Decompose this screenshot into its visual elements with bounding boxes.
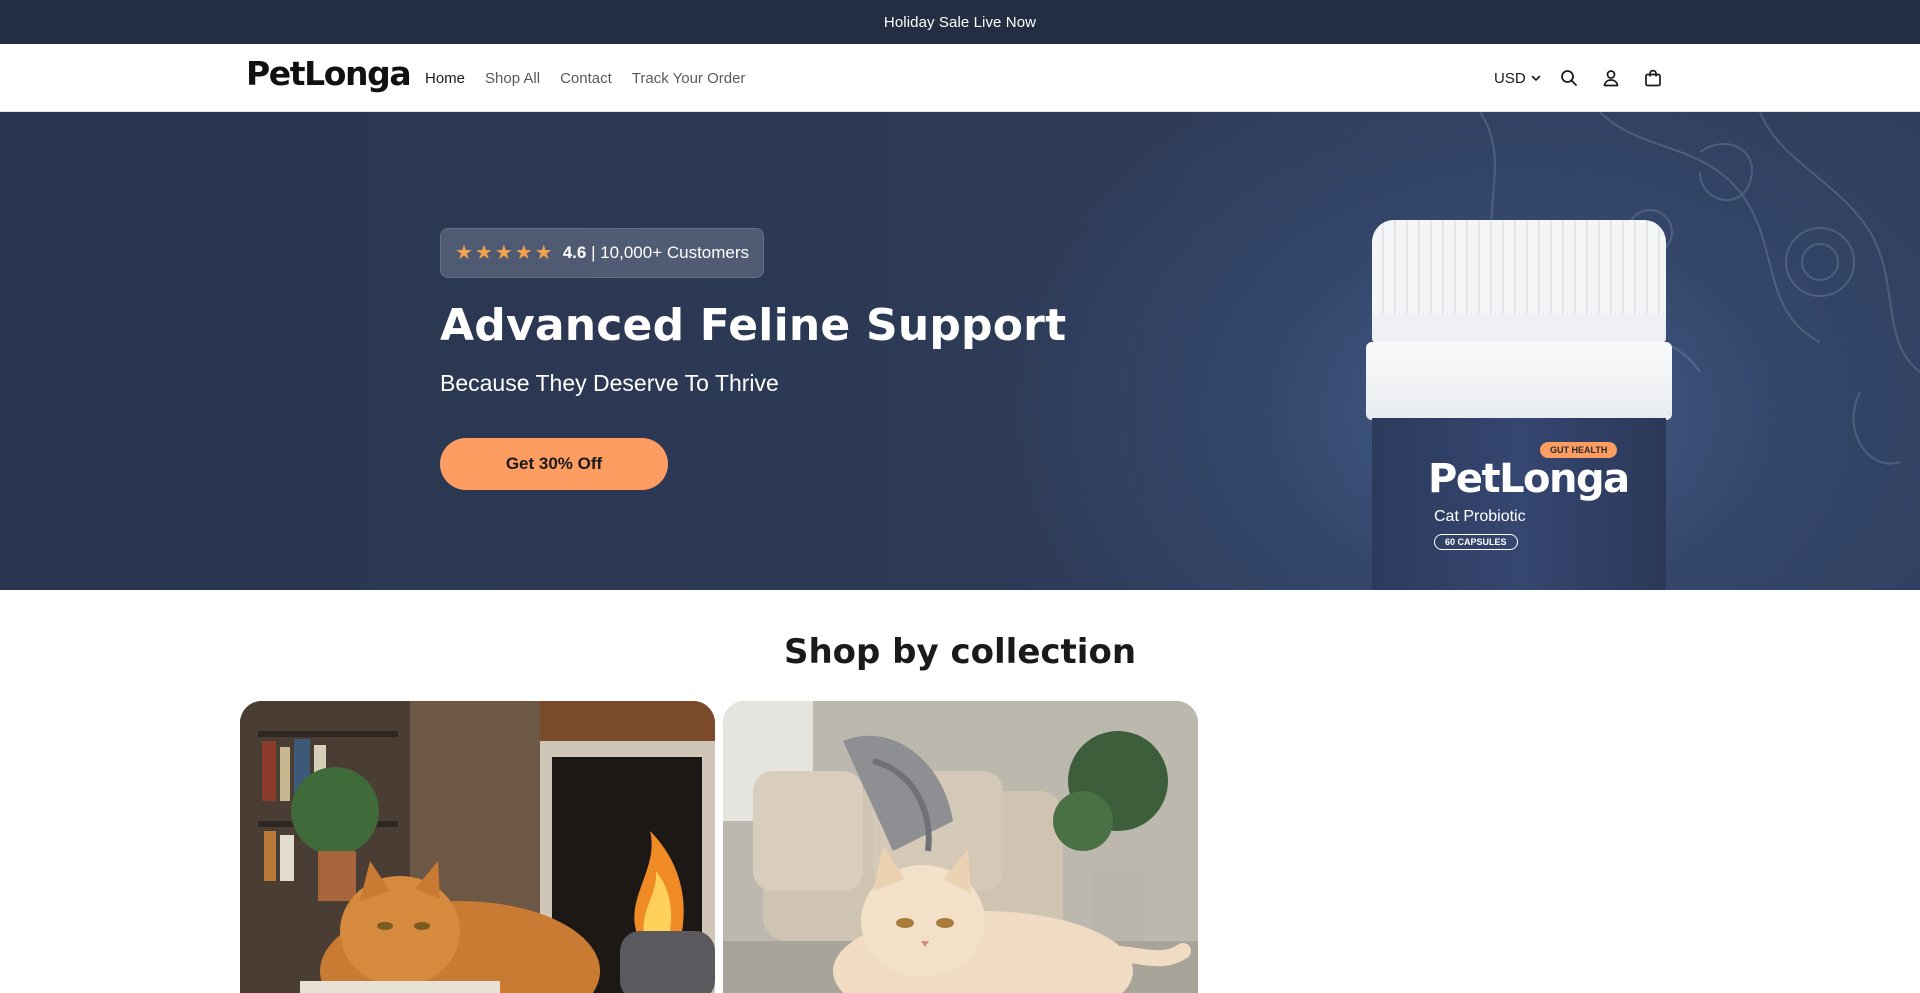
account-button[interactable] <box>1600 67 1622 89</box>
collection-card[interactable] <box>723 701 1198 993</box>
collections-title: Shop by collection <box>783 632 1137 672</box>
product-capsules: 60 CAPSULES <box>1434 534 1518 550</box>
chevron-down-icon <box>1531 75 1540 81</box>
nav-shop-all[interactable]: Shop All <box>485 70 540 87</box>
star-icon: ★ <box>534 242 553 264</box>
star-icon: ★ <box>514 242 533 264</box>
currency-selector[interactable]: USD <box>1494 70 1542 87</box>
announcement-text: Holiday Sale Live Now <box>883 13 1037 31</box>
hero-subtitle: Because They Deserve To Thrive <box>440 370 779 396</box>
site-header: PetLonga Home Shop All Contact Track You… <box>0 44 1920 112</box>
cart-button[interactable] <box>1642 67 1664 89</box>
currency-label: USD <box>1494 69 1526 87</box>
nav-track-order[interactable]: Track Your Order <box>632 70 746 87</box>
collection-card[interactable] <box>240 701 715 993</box>
rating-text: 4.6 | 10,000+ Customers <box>563 243 749 263</box>
announcement-bar: Holiday Sale Live Now <box>0 0 1920 44</box>
header-actions: USD <box>1494 44 1664 112</box>
jar-label: GUT HEALTH PetLonga Cat Probiotic 60 CAP… <box>1372 418 1666 590</box>
search-icon <box>1560 70 1577 86</box>
rating-value: 4.6 <box>562 243 587 262</box>
rating-customers: | 10,000+ Customers <box>591 243 750 262</box>
cart-icon <box>1644 69 1661 87</box>
star-rating: ★ ★ ★ ★ ★ <box>455 243 553 263</box>
logo[interactable]: PetLonga <box>246 54 412 93</box>
cat-living-room-image <box>723 701 1198 993</box>
star-icon: ★ <box>474 242 493 264</box>
account-icon <box>1603 70 1619 87</box>
jar-lid-band <box>1372 314 1666 344</box>
product-brand: PetLonga <box>1428 456 1630 502</box>
hero-banner: ★ ★ ★ ★ ★ 4.6 | 10,000+ Customers Advanc… <box>0 112 1920 590</box>
star-icon: ★ <box>494 242 513 264</box>
search-button[interactable] <box>1558 67 1580 89</box>
product-name: Cat Probiotic <box>1434 508 1526 525</box>
cat-fireplace-image <box>240 701 715 993</box>
product-jar-image: GUT HEALTH PetLonga Cat Probiotic 60 CAP… <box>1366 220 1672 590</box>
jar-neck <box>1366 342 1672 420</box>
nav-contact[interactable]: Contact <box>560 70 612 87</box>
hero-title: Advanced Feline Support <box>440 300 1067 351</box>
nav-home[interactable]: Home <box>425 70 465 87</box>
rating-badge: ★ ★ ★ ★ ★ 4.6 | 10,000+ Customers <box>440 228 765 278</box>
main-nav: Home Shop All Contact Track Your Order <box>425 44 745 112</box>
get-discount-button[interactable]: Get 30% Off <box>440 438 668 490</box>
star-icon: ★ <box>455 242 473 264</box>
